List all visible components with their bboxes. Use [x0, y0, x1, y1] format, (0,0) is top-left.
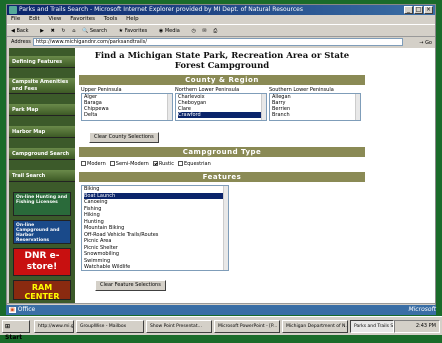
county-option[interactable]: Delta [84, 112, 172, 118]
menu-view[interactable]: View [48, 16, 61, 22]
clear-county-button[interactable]: Clear County Selections [89, 132, 159, 143]
clock: 2:43 PM [415, 323, 436, 329]
county-option[interactable]: Branch [272, 112, 360, 118]
start-label: Start [5, 334, 23, 341]
county-columns: Upper Peninsula Alger Baraga Chippewa Delta… [79, 87, 365, 123]
taskbar-task[interactable]: Parks and Trails Searc... [350, 320, 394, 333]
promo-ram-center[interactable]: RAM CENTER [13, 280, 71, 300]
page-content: Defining Features Campsite Amenities and… [9, 48, 435, 303]
sidebar-item-defining-features[interactable]: Defining Features [9, 56, 75, 68]
window-titlebar: Parks and Trails Search - Microsoft Inte… [7, 5, 435, 15]
type-label: Rustic [158, 161, 174, 167]
sidebar-item-campground-search[interactable]: Campground Search [9, 148, 75, 160]
system-tray: 2:43 PM [394, 320, 440, 333]
stop-button[interactable]: ✖ [51, 28, 55, 34]
maximize-icon[interactable]: □ [414, 6, 423, 14]
menu-file[interactable]: File [11, 16, 20, 22]
taskbar-task[interactable]: Microsoft PowerPoint - [P... [214, 320, 280, 333]
office-bar: ▣ Office [6, 305, 436, 315]
menu-tools[interactable]: Tools [104, 16, 118, 22]
sidebar-item-park-map[interactable]: Park Map [9, 104, 75, 116]
sidebar: Defining Features Campsite Amenities and… [9, 48, 75, 303]
start-button[interactable]: ⊞ Start [2, 320, 30, 341]
media-button[interactable]: ◉ Media [159, 28, 185, 34]
page-title: Find a Michigan State Park, Recreation A… [94, 51, 350, 71]
address-label: Address [11, 39, 31, 45]
minimize-icon[interactable]: _ [404, 6, 413, 14]
features-list[interactable]: Biking Boat Launch Canoeing Fishing Hiking Hu… [81, 185, 229, 271]
mail-button[interactable]: ✉ [202, 28, 206, 34]
go-label: Go [425, 40, 432, 46]
back-button[interactable]: ◀ Back [11, 28, 34, 34]
menu-edit[interactable]: Edit [29, 16, 40, 22]
type-checkbox[interactable] [177, 161, 183, 166]
feature-option[interactable]: Watchable Wildlife [84, 264, 228, 270]
southern-lower-column: Southern Lower Peninsula Allegan Barry Ber… [269, 87, 361, 121]
southern-lower-list[interactable]: Allegan Barry Berrien Branch [269, 93, 361, 121]
type-checkbox[interactable] [109, 161, 115, 166]
promo-licenses[interactable]: On-line Hunting and Fishing Licenses [13, 192, 71, 216]
county-option[interactable]: Crawford [178, 112, 266, 118]
right-margin [369, 48, 435, 303]
menu-help[interactable]: Help [126, 16, 139, 22]
features-header: Features [79, 172, 365, 182]
clear-features-button[interactable]: Clear Feature Selections [95, 280, 166, 291]
search-button[interactable]: 🔍 Search [82, 28, 112, 34]
taskbar-task[interactable]: Show Point Presentat... [146, 320, 212, 333]
go-button[interactable]: → Go [419, 38, 432, 48]
forward-button[interactable]: ▶ [40, 28, 44, 34]
type-label: Modern [87, 161, 106, 167]
address-input[interactable]: http://www.michigandnr.com/parksandtrail… [33, 38, 403, 46]
type-label: Semi-Modern [115, 161, 149, 167]
favorites-label: Favorites [124, 28, 148, 34]
search-form: Find a Michigan State Park, Recreation A… [79, 48, 365, 303]
home-button[interactable]: ⌂ [72, 28, 75, 34]
scrollbar[interactable] [355, 94, 360, 120]
type-label: Equestrian [183, 161, 211, 167]
northern-lower-list[interactable]: Charlevoix Cheboygan Clare Crawford [175, 93, 267, 121]
scrollbar[interactable] [261, 94, 266, 120]
menu-favorites[interactable]: Favorites [70, 16, 95, 22]
type-checkbox[interactable] [152, 161, 158, 166]
scrollbar[interactable] [167, 94, 172, 120]
sidebar-item-trail-search[interactable]: Trail Search [9, 170, 75, 182]
campground-type-header: Campground Type [79, 147, 365, 157]
northern-lower-column: Northern Lower Peninsula Charlevoix Chebo… [175, 87, 267, 121]
favorites-button[interactable]: ★ Favorites [119, 28, 153, 34]
type-checkbox[interactable] [81, 161, 86, 166]
ie-icon [9, 6, 17, 14]
refresh-button[interactable]: ↻ [61, 28, 65, 34]
sidebar-item-campsite-amenities[interactable]: Campsite Amenities and Fees [9, 78, 75, 94]
media-label: Media [164, 28, 180, 34]
taskbar-task[interactable]: http://www.mi.gov... [34, 320, 74, 333]
close-icon[interactable]: × [424, 6, 433, 14]
taskbar-task[interactable]: GroupWise - Mailbox [76, 320, 144, 333]
upper-peninsula-list[interactable]: Alger Baraga Chippewa Delta [81, 93, 173, 121]
back-label: Back [16, 28, 29, 34]
taskbar-task[interactable]: Michigan Department of N... [282, 320, 348, 333]
browser-window: Parks and Trails Search - Microsoft Inte… [6, 4, 436, 314]
upper-peninsula-column: Upper Peninsula Alger Baraga Chippewa Delta [81, 87, 173, 121]
promo-estore[interactable]: DNR e-store! [13, 248, 71, 276]
campground-type-options: Modern Semi-Modern Rustic Equestrian [79, 160, 365, 168]
office-label[interactable]: Office [18, 306, 36, 313]
window-title: Parks and Trails Search - Microsoft Inte… [19, 6, 303, 13]
office-logo-icon: ▣ [9, 307, 16, 313]
taskbar: ⊞ Start http://www.mi.gov...GroupWise - … [0, 316, 442, 341]
address-bar: Address http://www.michigandnr.com/parks… [7, 37, 435, 47]
scrollbar[interactable] [223, 186, 228, 270]
promo-reservations[interactable]: On-line Campground and Harbor Reservatio… [13, 220, 71, 244]
print-button[interactable]: ⎙ [213, 28, 217, 34]
toolbar: ◀ Back ▶ ✖ ↻ ⌂ 🔍 Search ★ Favorites ◉ Me… [7, 24, 435, 37]
sidebar-item-harbor-map[interactable]: Harbor Map [9, 126, 75, 138]
search-label: Search [89, 28, 108, 34]
menu-bar: File Edit View Favorites Tools Help [7, 15, 435, 24]
history-button[interactable]: ◷ [191, 28, 195, 34]
county-region-header: County & Region [79, 75, 365, 85]
microsoft-brand: Microsoft [408, 306, 436, 313]
